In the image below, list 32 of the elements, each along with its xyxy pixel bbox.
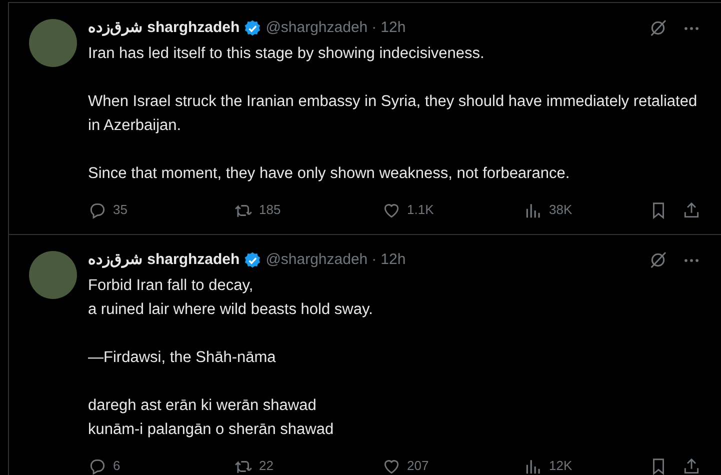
tweet-text: kunām-i palangān o sherān shawad — [88, 420, 335, 440]
tweet-text: Since that moment, they have only shown weakness, not forbearance. — [88, 164, 571, 184]
tweet-text: Forbid Iran fall to decay, — [88, 276, 254, 296]
timestamp[interactable]: 12h — [380, 16, 406, 40]
share-icon[interactable] — [682, 456, 701, 475]
tweet-text: daregh ast erān ki werān shawad — [88, 396, 318, 416]
display-name[interactable]: شرق‌زده sharghzadeh — [88, 248, 240, 272]
slashed-circle-icon[interactable] — [648, 18, 668, 38]
speech-bubble-icon — [88, 456, 107, 475]
views-button[interactable]: 38K — [524, 200, 572, 220]
separator: · — [372, 18, 377, 38]
handle[interactable]: @sharghzadeh — [266, 16, 368, 40]
tweet-text: Iran has led itself to this stage by showing indecisiveness. — [88, 44, 486, 64]
like-button[interactable]: 207 — [382, 456, 429, 475]
avatar[interactable] — [29, 19, 77, 67]
separator: · — [372, 250, 377, 270]
views-button[interactable]: 12K — [524, 456, 572, 475]
slashed-circle-icon[interactable] — [648, 250, 668, 270]
tweet-text: —Firdawsi, the Shāh-nāma — [88, 348, 277, 368]
tweet-text: When Israel struck the Iranian embassy in Syria, they should have immediately retaliated in Azerbaijan. — [88, 92, 698, 136]
share-icon[interactable] — [682, 200, 701, 220]
repost-button[interactable]: 185 — [234, 200, 281, 220]
timestamp[interactable]: 12h — [380, 248, 406, 272]
avatar[interactable] — [29, 251, 77, 299]
handle[interactable]: @sharghzadeh — [266, 248, 368, 272]
reply-button[interactable]: 35 — [88, 200, 128, 220]
display-name[interactable]: شرق‌زده sharghzadeh — [88, 16, 240, 40]
like-button[interactable]: 1.1K — [382, 200, 434, 220]
repost-button[interactable]: 22 — [234, 456, 274, 475]
tweet-text: a ruined lair where wild beasts hold sway. — [88, 300, 374, 320]
reply-button[interactable]: 6 — [88, 456, 120, 475]
speech-bubble-icon — [88, 200, 107, 220]
